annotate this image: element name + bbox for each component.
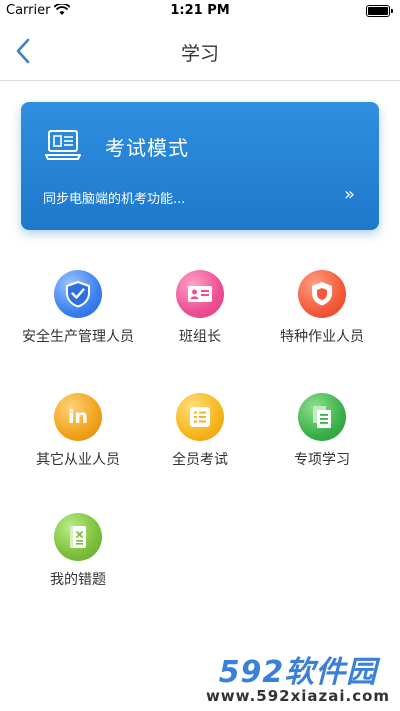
id-card-icon — [176, 270, 224, 318]
documents-icon — [298, 393, 346, 441]
grid-item-label: 我的错题 — [50, 572, 106, 588]
grid-item-label: 班组长 — [179, 329, 221, 345]
checklist-icon — [176, 393, 224, 441]
linkedin-icon: in — [54, 393, 102, 441]
watermark: 592软件园 www.592xiazai.com — [200, 647, 396, 709]
grid-item-label: 全员考试 — [172, 452, 228, 468]
nav-bar: 学习 — [0, 22, 400, 81]
watermark-url: www.592xiazai.com — [205, 687, 391, 705]
exam-mode-card[interactable]: 考试模式 同步电脑端的机考功能... » — [21, 102, 379, 230]
grid-item-label: 专项学习 — [294, 452, 350, 468]
clock: 1:21 PM — [170, 3, 230, 18]
grid-item-special-operators[interactable]: 特种作业人员 — [252, 270, 392, 346]
status-bar: Carrier 1:21 PM — [0, 0, 400, 22]
shield-badge-icon — [298, 270, 346, 318]
notebook-icon — [54, 513, 102, 561]
exam-mode-description: 同步电脑端的机考功能... — [43, 192, 186, 207]
watermark-logo: 592软件园 — [218, 655, 378, 690]
laptop-icon — [45, 130, 81, 160]
grid-item-label: 特种作业人员 — [280, 329, 364, 345]
battery-icon — [366, 5, 393, 17]
exam-mode-title: 考试模式 — [105, 136, 189, 160]
grid-item-all-staff-exam[interactable]: 全员考试 — [130, 393, 270, 469]
grid-item-safety-managers[interactable]: 安全生产管理人员 — [8, 270, 148, 346]
grid-item-team-leader[interactable]: 班组长 — [130, 270, 270, 346]
grid-item-label: 安全生产管理人员 — [22, 329, 134, 345]
shield-check-icon — [54, 270, 102, 318]
grid-item-my-mistakes[interactable]: 我的错题 — [8, 513, 148, 589]
exam-mode-arrow-icon: » — [343, 184, 355, 205]
grid-item-special-study[interactable]: 专项学习 — [252, 393, 392, 469]
page-title: 学习 — [180, 43, 219, 65]
grid-item-other-practitioners[interactable]: in 其它从业人员 — [8, 393, 148, 469]
grid-item-label: 其它从业人员 — [36, 452, 120, 468]
